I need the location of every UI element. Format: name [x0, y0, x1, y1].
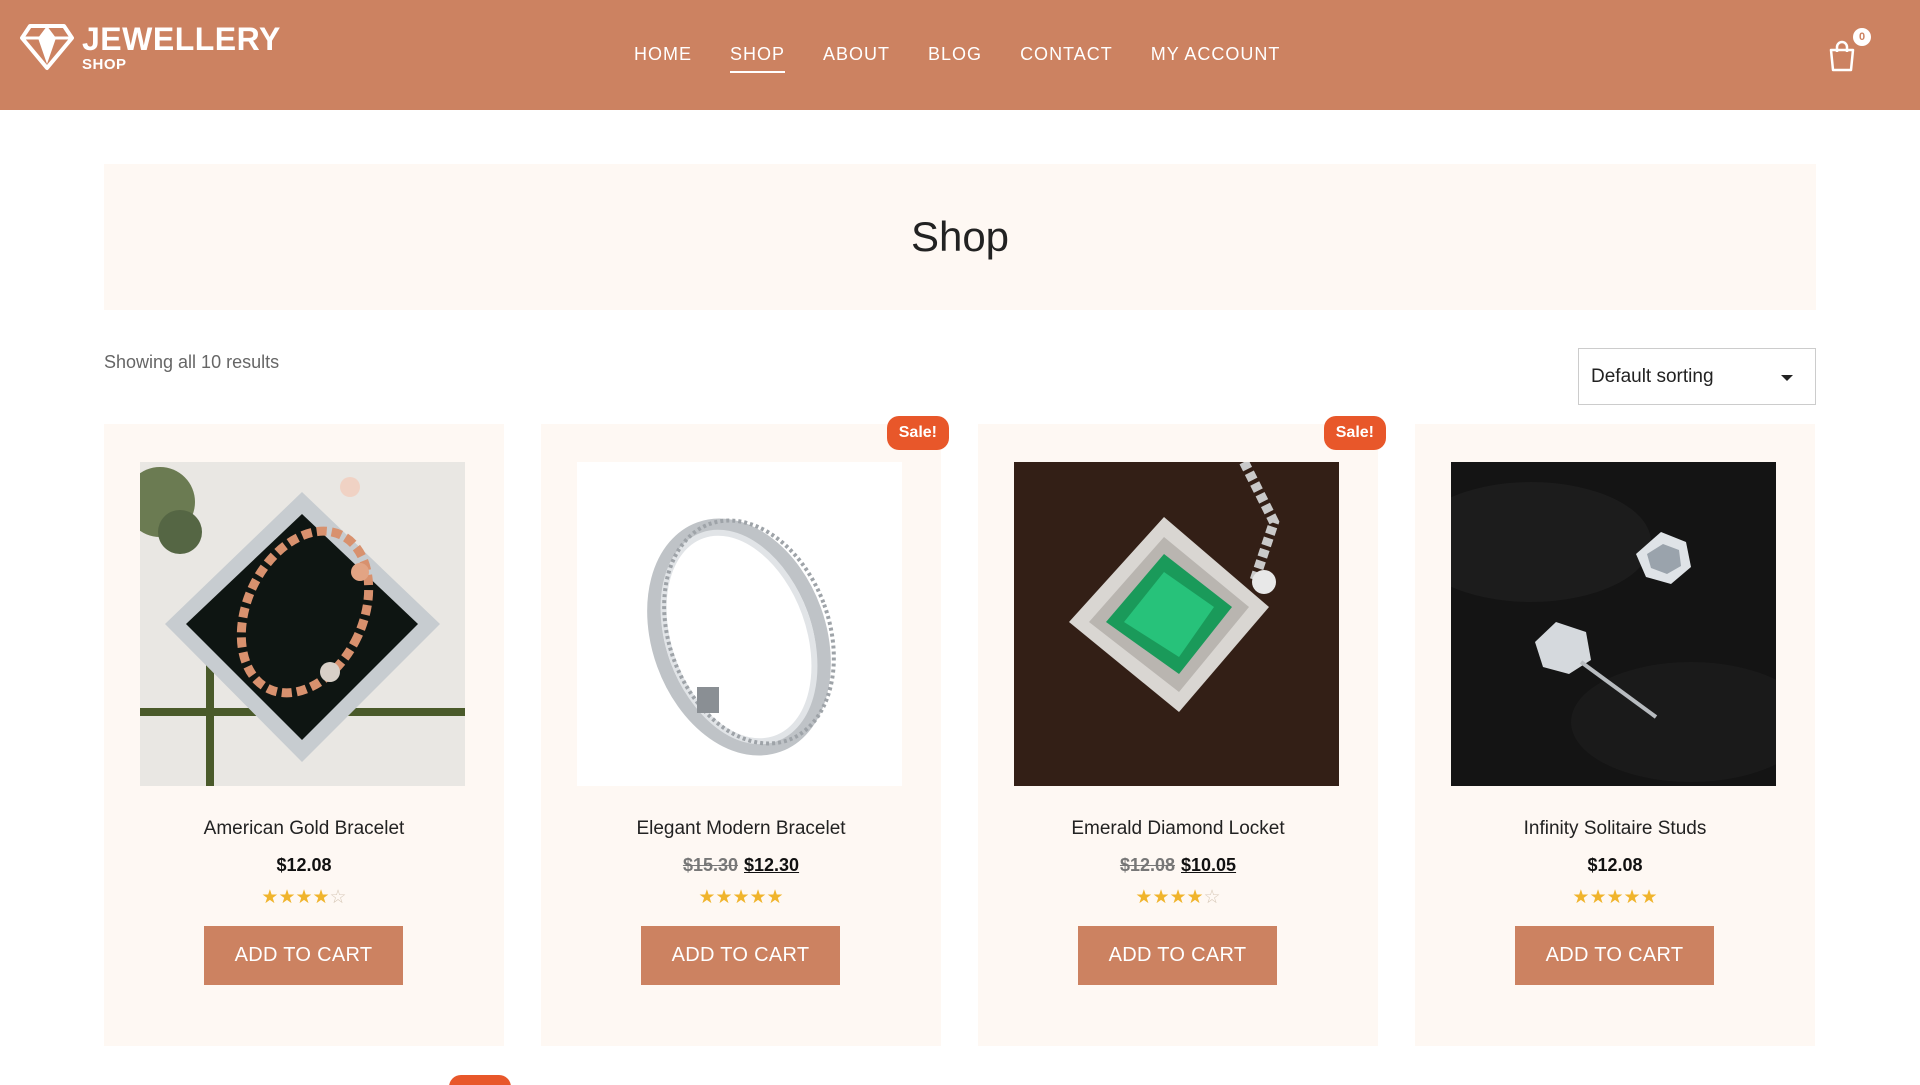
add-to-cart-button[interactable]: ADD TO CART — [1515, 926, 1714, 985]
product-price: $12.08 $10.05 — [978, 855, 1378, 876]
nav-home[interactable]: HOME — [634, 44, 692, 73]
star-empty-icon: ☆ — [329, 887, 347, 908]
star-rating: ★★★★★ — [1415, 886, 1815, 909]
star-empty-icon: ☆ — [1203, 887, 1221, 908]
brand-subtitle: SHOP — [82, 55, 127, 73]
star-rating: ★★★★☆ — [978, 886, 1378, 909]
star-icon: ★★★★ — [261, 887, 330, 908]
sale-badge: Sale! — [1323, 416, 1386, 450]
product-card: Sale! Elegant Modern Bracelet $15.30 $12.… — [541, 416, 949, 1046]
original-price: $15.30 — [682, 855, 738, 875]
product-title[interactable]: American Gold Bracelet — [104, 818, 504, 840]
results-count: Showing all 10 results — [104, 352, 280, 372]
add-to-cart-button[interactable]: ADD TO CART — [641, 926, 840, 985]
site-header: JEWELLERY SHOP HOME SHOP ABOUT BLOG CONT… — [0, 0, 1920, 110]
star-rating: ★★★★☆ — [104, 886, 504, 909]
product-title[interactable]: Emerald Diamond Locket — [978, 818, 1378, 840]
diamond-logo-icon — [20, 24, 74, 70]
product-title[interactable]: Infinity Solitaire Studs — [1415, 818, 1815, 840]
brand-title: JEWELLERY — [82, 20, 281, 57]
cart-button[interactable]: 0 — [1828, 28, 1871, 74]
current-price: $12.08 — [1587, 855, 1643, 875]
cart-count-badge: 0 — [1853, 28, 1871, 46]
product-card: Infinity Solitaire Studs $12.08 ★★★★★ AD… — [1415, 424, 1815, 1046]
add-to-cart-button[interactable]: ADD TO CART — [1078, 926, 1277, 985]
product-image[interactable] — [140, 462, 465, 786]
sale-price: $12.30 — [744, 855, 800, 875]
page-title: Shop — [910, 213, 1010, 260]
sale-price: $10.05 — [1181, 855, 1237, 875]
site-logo[interactable]: JEWELLERY SHOP — [20, 22, 281, 72]
nav-blog[interactable]: BLOG — [928, 44, 982, 73]
product-price: $15.30 $12.30 — [541, 855, 941, 876]
sorting-select[interactable]: Default sorting — [1578, 348, 1816, 405]
sale-badge-partial — [449, 1075, 511, 1085]
product-image[interactable] — [577, 462, 902, 786]
sorting-selected-value: Default sorting — [1591, 365, 1714, 387]
page-banner: Shop — [104, 164, 1816, 310]
star-icon: ★★★★★ — [1572, 887, 1658, 908]
nav-about[interactable]: ABOUT — [823, 44, 890, 73]
nav-shop[interactable]: SHOP — [730, 44, 786, 73]
add-to-cart-button[interactable]: ADD TO CART — [204, 926, 403, 985]
product-card: Sale! Emerald Diamond Locket $12.08 $10.0… — [978, 416, 1386, 1046]
product-price: $12.08 — [1415, 855, 1815, 876]
caret-down-icon — [1781, 375, 1793, 381]
original-price: $12.08 — [1119, 855, 1175, 875]
product-price: $12.08 — [104, 855, 504, 876]
star-icon: ★★★★★ — [698, 887, 784, 908]
product-image[interactable] — [1451, 462, 1776, 786]
product-title[interactable]: Elegant Modern Bracelet — [541, 818, 941, 840]
product-card: American Gold Bracelet $12.08 ★★★★☆ ADD … — [104, 424, 504, 1046]
star-icon: ★★★★ — [1135, 887, 1204, 908]
product-image[interactable] — [1014, 462, 1339, 786]
current-price: $12.08 — [276, 855, 332, 875]
nav-my-account[interactable]: MY ACCOUNT — [1151, 44, 1281, 73]
sale-badge: Sale! — [886, 416, 949, 450]
shopping-bag-icon — [1829, 40, 1855, 72]
nav-contact[interactable]: CONTACT — [1020, 44, 1113, 73]
star-rating: ★★★★★ — [541, 886, 941, 909]
main-nav: HOME SHOP ABOUT BLOG CONTACT MY ACCOUNT — [634, 44, 1280, 73]
